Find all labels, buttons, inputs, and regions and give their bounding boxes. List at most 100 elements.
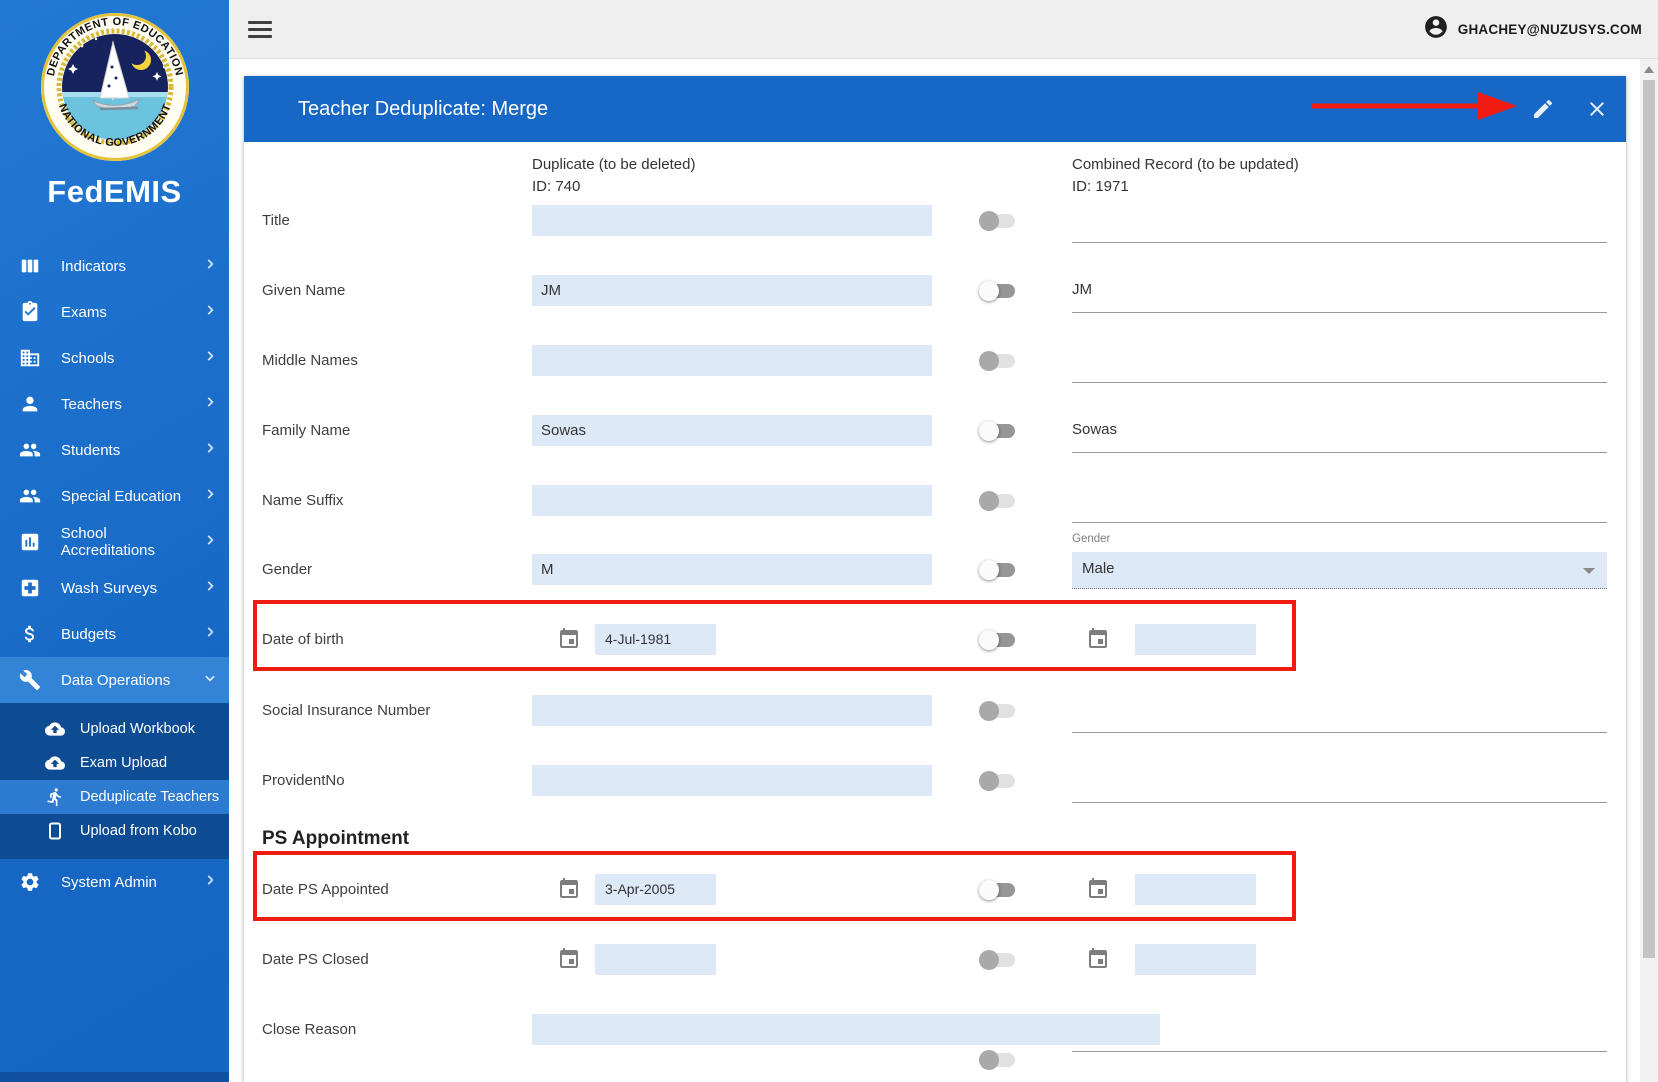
- submenu-item-upload-from-kobo[interactable]: Upload from Kobo: [0, 814, 229, 848]
- left-column-title: Duplicate (to be deleted): [532, 156, 696, 173]
- close-reason-input-combined[interactable]: [1072, 1051, 1607, 1052]
- sidebar-item-system-admin[interactable]: System Admin: [0, 859, 229, 905]
- gender-input-duplicate[interactable]: M: [532, 554, 932, 585]
- given-name-input-duplicate[interactable]: JM: [532, 275, 932, 306]
- sidebar-item-label: School Accreditations: [60, 525, 156, 559]
- chevron-right-icon: [203, 395, 217, 414]
- calendar-icon[interactable]: [557, 947, 581, 971]
- right-column-title: Combined Record (to be updated): [1072, 156, 1299, 173]
- scrollbar-up-arrow-icon[interactable]: [1644, 66, 1654, 73]
- field-label: Given Name: [262, 282, 346, 299]
- sidebar-nav: Indicators Exams Schools Teachers Studen…: [0, 243, 229, 905]
- sidebar-item-label: Exams: [61, 303, 107, 321]
- field-label: Family Name: [262, 422, 351, 439]
- merge-toggle-date-ps-appointed[interactable]: [979, 880, 1017, 900]
- building-icon: [18, 346, 42, 370]
- family-name-input-duplicate[interactable]: Sowas: [532, 415, 932, 446]
- columns-icon: [18, 254, 42, 278]
- date-ps-closed-input-combined[interactable]: [1135, 944, 1256, 975]
- date-of-birth-input-combined[interactable]: [1135, 624, 1256, 655]
- date-ps-closed-input-duplicate[interactable]: [595, 944, 716, 975]
- date-ps-appointed-input-combined[interactable]: [1135, 874, 1256, 905]
- field-label: Title: [262, 212, 290, 229]
- top-app-bar: GHACHEY@NUZUSYS.COM: [229, 0, 1658, 59]
- sidebar-item-schools[interactable]: Schools: [0, 335, 229, 381]
- scrollbar-thumb[interactable]: [1643, 80, 1655, 958]
- date-of-birth-input-duplicate[interactable]: 4-Jul-1981: [595, 624, 716, 655]
- merge-toggle-middle-names[interactable]: [979, 351, 1017, 371]
- close-reason-input-duplicate[interactable]: [532, 1014, 1160, 1045]
- sidebar-item-wash-surveys[interactable]: Wash Surveys: [0, 565, 229, 611]
- user-email: GHACHEY@NUZUSYS.COM: [1457, 22, 1642, 37]
- chevron-right-icon: [203, 303, 217, 322]
- sidebar-item-label: System Admin: [61, 873, 157, 891]
- sidebar-item-data-operations[interactable]: Data Operations: [0, 657, 229, 703]
- dropdown-arrow-icon: [1583, 568, 1595, 574]
- name-suffix-input-duplicate[interactable]: [532, 485, 932, 516]
- chevron-right-icon: [203, 257, 217, 276]
- merge-toggle-title[interactable]: [979, 211, 1017, 231]
- merge-toggle-gender[interactable]: [979, 560, 1017, 580]
- merge-toggle-family-name[interactable]: [979, 421, 1017, 441]
- chevron-right-icon: [203, 349, 217, 368]
- submenu-item-exam-upload[interactable]: Exam Upload: [0, 746, 229, 780]
- scrollbar[interactable]: [1640, 59, 1658, 1082]
- submenu-item-label: Upload Workbook: [80, 721, 195, 737]
- menu-toggle-button[interactable]: [248, 21, 272, 38]
- people-icon: [18, 438, 42, 462]
- sidebar-item-label: Budgets: [61, 625, 117, 643]
- field-label: ProvidentNo: [262, 772, 345, 789]
- edit-button[interactable]: [1531, 97, 1555, 121]
- middle-names-input-combined[interactable]: [1072, 382, 1607, 383]
- provident-no-input-combined[interactable]: [1072, 802, 1607, 803]
- calendar-icon[interactable]: [1086, 877, 1110, 901]
- chevron-right-icon: [203, 441, 217, 460]
- sidebar-item-special-education[interactable]: Special Education: [0, 473, 229, 519]
- social-insurance-input-duplicate[interactable]: [532, 695, 932, 726]
- submenu-item-deduplicate-teachers[interactable]: Deduplicate Teachers: [0, 780, 229, 814]
- sidebar-bottom-strip: [0, 1072, 229, 1082]
- merge-toggle-provident-no[interactable]: [979, 771, 1017, 791]
- dollar-icon: [18, 622, 42, 646]
- provident-no-input-duplicate[interactable]: [532, 765, 932, 796]
- field-label: Close Reason: [262, 1021, 357, 1038]
- merge-toggle-given-name[interactable]: [979, 281, 1017, 301]
- sidebar-item-students[interactable]: Students: [0, 427, 229, 473]
- sidebar-item-label: Teachers: [61, 395, 122, 413]
- gear-icon: [18, 870, 42, 894]
- people-icon: [18, 484, 42, 508]
- title-input-duplicate[interactable]: [532, 205, 932, 236]
- chevron-right-icon: [203, 873, 217, 892]
- name-suffix-input-combined[interactable]: [1072, 522, 1607, 523]
- merge-toggle-social-insurance[interactable]: [979, 701, 1017, 721]
- given-name-input-combined[interactable]: [1072, 312, 1607, 313]
- submenu-item-upload-workbook[interactable]: Upload Workbook: [0, 712, 229, 746]
- calendar-icon[interactable]: [557, 877, 581, 901]
- sidebar-item-indicators[interactable]: Indicators: [0, 243, 229, 289]
- submenu-item-label: Exam Upload: [80, 755, 168, 771]
- family-name-input-combined[interactable]: [1072, 452, 1607, 453]
- merge-toggle-close-reason[interactable]: [979, 1050, 1017, 1070]
- calendar-icon[interactable]: [557, 627, 581, 651]
- user-account-menu[interactable]: GHACHEY@NUZUSYS.COM: [1423, 0, 1642, 59]
- middle-names-input-duplicate[interactable]: [532, 345, 932, 376]
- social-insurance-input-combined[interactable]: [1072, 732, 1607, 733]
- left-column-record-id: ID: 740: [532, 178, 581, 195]
- dialog-title: Teacher Deduplicate: Merge: [298, 98, 549, 120]
- sidebar-item-teachers[interactable]: Teachers: [0, 381, 229, 427]
- calendar-icon[interactable]: [1086, 947, 1110, 971]
- sidebar-item-exams[interactable]: Exams: [0, 289, 229, 335]
- close-button[interactable]: [1585, 97, 1609, 121]
- calendar-icon[interactable]: [1086, 627, 1110, 651]
- sidebar-item-school-accreditations[interactable]: School Accreditations: [0, 519, 229, 565]
- merge-toggle-date-ps-closed[interactable]: [979, 950, 1017, 970]
- department-seal-logo: DEPARTMENT OF EDUCATION NATIONAL GOVERNM…: [40, 12, 190, 162]
- gender-select-combined[interactable]: Male: [1072, 552, 1607, 589]
- sidebar-item-label: Wash Surveys: [61, 579, 158, 597]
- date-ps-appointed-input-duplicate[interactable]: 3-Apr-2005: [595, 874, 716, 905]
- sidebar-item-budgets[interactable]: Budgets: [0, 611, 229, 657]
- running-person-icon: [44, 786, 66, 808]
- merge-toggle-name-suffix[interactable]: [979, 491, 1017, 511]
- title-input-combined[interactable]: [1072, 242, 1607, 243]
- merge-toggle-date-of-birth[interactable]: [979, 630, 1017, 650]
